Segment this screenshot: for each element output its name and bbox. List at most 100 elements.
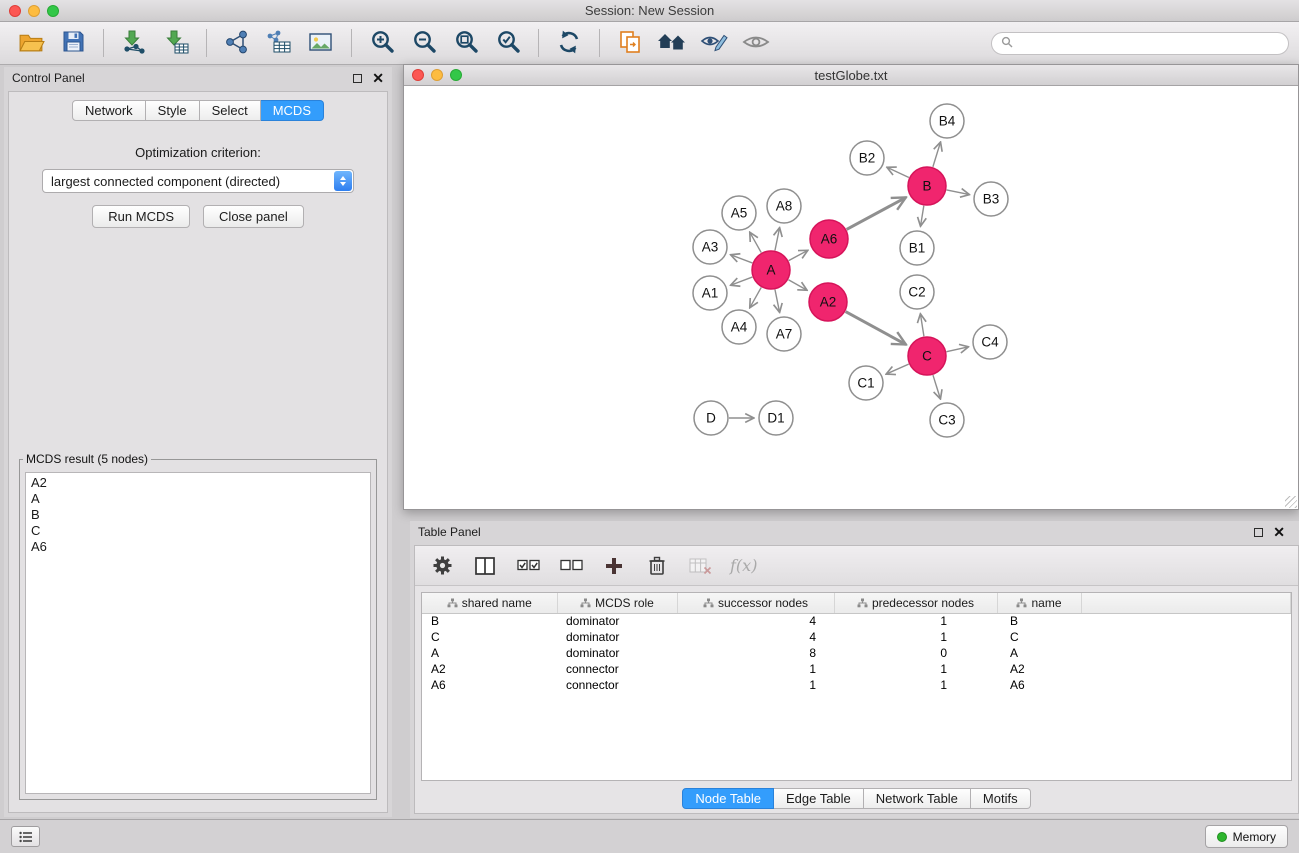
table-cell[interactable]: B [997,613,1081,629]
network-node-A4[interactable]: A4 [722,310,756,344]
network-node-B4[interactable]: B4 [930,104,964,138]
new-network-table-button[interactable] [260,25,298,61]
table-cell[interactable]: A6 [997,677,1081,693]
float-panel-icon[interactable] [353,74,362,83]
network-window-titlebar[interactable]: testGlobe.txt [404,65,1298,86]
table-cell[interactable]: C [422,629,557,645]
table-cell[interactable]: dominator [557,613,677,629]
network-edge-B-B1[interactable] [921,206,924,227]
network-node-B[interactable]: B [908,167,946,205]
tab-select[interactable]: Select [200,100,261,121]
search-field[interactable] [991,32,1289,55]
select-all-button[interactable] [515,551,541,581]
tab-motifs[interactable]: Motifs [971,788,1031,809]
open-session-button[interactable] [12,25,50,61]
tab-edge-table[interactable]: Edge Table [774,788,864,809]
criterion-dropdown[interactable]: largest connected component (directed) [42,169,354,193]
network-node-C4[interactable]: C4 [973,325,1007,359]
close-panel-icon[interactable]: ✕ [372,73,384,83]
network-node-A3[interactable]: A3 [693,230,727,264]
network-minimize-button[interactable] [431,69,443,81]
network-edge-A-A6[interactable] [789,250,808,260]
table-cell[interactable]: B [422,613,557,629]
network-node-A6[interactable]: A6 [810,220,848,258]
network-node-A[interactable]: A [752,251,790,289]
column-header-name[interactable]: name [997,593,1081,613]
network-node-A8[interactable]: A8 [767,189,801,223]
show-hide-graphics-button[interactable] [737,25,775,61]
table-cell[interactable]: 4 [677,629,834,645]
table-cell[interactable]: A6 [422,677,557,693]
zoom-fit-button[interactable] [447,25,485,61]
network-node-C1[interactable]: C1 [849,366,883,400]
save-session-button[interactable] [54,25,92,61]
mcds-result-item[interactable]: A [31,491,365,507]
network-edge-A-A2[interactable] [788,280,807,290]
table-cell[interactable]: 1 [677,661,834,677]
network-node-B1[interactable]: B1 [900,231,934,265]
network-node-C2[interactable]: C2 [900,275,934,309]
network-canvas[interactable]: B4B2BB3A5A8A6A3B1AA1C2A2A4A7CC4C1C3DD1 [404,87,1298,509]
function-builder-button[interactable]: f(x) [730,551,757,581]
network-edge-C-C1[interactable] [886,364,909,374]
table-cell[interactable]: dominator [557,645,677,661]
network-edge-B-B3[interactable] [947,190,970,195]
table-cell[interactable]: A2 [997,661,1081,677]
table-cell[interactable]: 1 [834,629,997,645]
network-edge-C-C4[interactable] [947,347,969,352]
network-edge-B-B2[interactable] [887,167,909,177]
table-cell[interactable]: 1 [834,677,997,693]
column-header-shared-name[interactable]: shared name [422,593,557,613]
export-image-button[interactable] [302,25,340,61]
table-cell[interactable]: 1 [677,677,834,693]
table-cell[interactable]: 8 [677,645,834,661]
network-edge-A-A5[interactable] [750,232,761,252]
new-network-button[interactable] [218,25,256,61]
delete-column-button[interactable] [644,551,670,581]
annotations-button[interactable] [695,25,733,61]
tab-node-table[interactable]: Node Table [682,788,774,809]
table-cell[interactable]: connector [557,661,677,677]
zoom-in-button[interactable] [363,25,401,61]
mcds-result-item[interactable]: B [31,507,365,523]
network-zoom-button[interactable] [450,69,462,81]
zoom-selected-button[interactable] [489,25,527,61]
network-edge-C-C2[interactable] [920,314,924,337]
network-node-D[interactable]: D [694,401,728,435]
memory-button[interactable]: Memory [1205,825,1288,848]
show-panels-button[interactable] [11,826,40,847]
refresh-view-button[interactable] [550,25,588,61]
mcds-result-list[interactable]: A2ABCA6 [25,472,371,794]
tab-mcds[interactable]: MCDS [261,100,324,121]
network-node-A5[interactable]: A5 [722,196,756,230]
tab-network-table[interactable]: Network Table [864,788,971,809]
home-views-button[interactable] [653,25,691,61]
table-settings-button[interactable] [429,551,455,581]
table-row[interactable]: Cdominator41C [422,629,1291,645]
network-node-A7[interactable]: A7 [767,317,801,351]
tab-style[interactable]: Style [146,100,200,121]
table-cell[interactable]: 1 [834,613,997,629]
column-header-predecessor-nodes[interactable]: predecessor nodes [834,593,997,613]
network-node-C3[interactable]: C3 [930,403,964,437]
table-cell[interactable]: A [997,645,1081,661]
network-edge-B-B4[interactable] [933,142,941,167]
table-cell[interactable]: connector [557,677,677,693]
table-row[interactable]: Bdominator41B [422,613,1291,629]
network-node-C[interactable]: C [908,337,946,375]
table-cell[interactable]: 4 [677,613,834,629]
table-row[interactable]: A6connector11A6 [422,677,1291,693]
show-columns-button[interactable] [472,551,498,581]
close-table-panel-icon[interactable]: ✕ [1273,527,1285,537]
tab-network[interactable]: Network [72,100,146,121]
search-input[interactable] [1019,36,1279,50]
network-edge-A6-B[interactable] [847,197,906,229]
add-column-button[interactable] [601,551,627,581]
network-node-B3[interactable]: B3 [974,182,1008,216]
run-mcds-button[interactable]: Run MCDS [92,205,190,228]
network-node-A1[interactable]: A1 [693,276,727,310]
import-network-button[interactable] [115,25,153,61]
table-cell[interactable]: 1 [834,661,997,677]
mcds-result-item[interactable]: C [31,523,365,539]
import-table-button[interactable] [157,25,195,61]
